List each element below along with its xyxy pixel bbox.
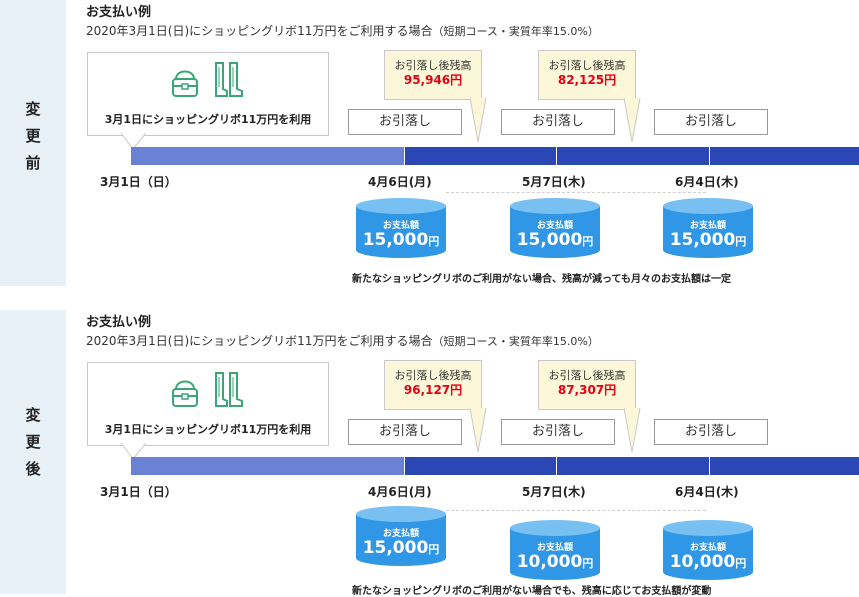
- payment-cylinder: お支払額 10,000円: [510, 520, 600, 582]
- bag-icon: [172, 70, 198, 97]
- guide-line: [446, 192, 706, 193]
- balance-box: お引落し後残高 96,127円: [384, 360, 482, 410]
- date-label: 4月6日(月): [368, 485, 432, 499]
- timeline-repayment-segment: [404, 147, 859, 165]
- date-label: 3月1日（日）: [100, 175, 177, 189]
- timeline-divider: [709, 147, 710, 165]
- side-label: 変 更 後: [25, 406, 41, 478]
- debit-box: お引落し: [501, 109, 615, 135]
- footnote: 新たなショッピングリボのご利用がない場合、残高が減っても月々のお支払額は一定: [352, 274, 731, 285]
- balance-box: お引落し後残高 82,125円: [538, 50, 636, 100]
- panel-title: お支払い例: [86, 315, 152, 330]
- footnote: 新たなショッピングリボのご利用がない場合でも、残高に応じてお支払額が変動: [352, 586, 712, 597]
- debit-box: お引落し: [348, 109, 462, 135]
- timeline-divider: [709, 457, 710, 475]
- timeline-divider: [404, 147, 405, 165]
- boots-icon: [215, 372, 243, 407]
- timeline-divider: [556, 457, 557, 475]
- guide-line: [446, 510, 706, 511]
- debit-box: お引落し: [654, 419, 768, 445]
- balance-pointer: [470, 408, 487, 453]
- date-label: 4月6日(月): [368, 175, 432, 189]
- balance-box: お引落し後残高 95,946円: [384, 50, 482, 100]
- usage-label: 3月1日にショッピングリボ11万円を利用: [104, 423, 312, 436]
- usage-callout: 3月1日にショッピングリボ11万円を利用: [87, 362, 329, 446]
- bag-icon: [172, 380, 198, 407]
- date-label: 5月7日(木): [522, 485, 586, 499]
- balance-pointer: [470, 98, 487, 143]
- panel-before: 変 更 前 お支払い例 2020年3月1日(日)にショッピングリボ11万円をご利…: [0, 0, 859, 286]
- panel-description: 2020年3月1日(日)にショッピングリボ11万円をご利用する場合（短期コース・…: [86, 24, 599, 38]
- debit-box: お引落し: [501, 419, 615, 445]
- date-label: 6月4日(木): [675, 485, 739, 499]
- timeline-repayment-segment: [404, 457, 859, 475]
- panel-title: お支払い例: [86, 5, 152, 20]
- timeline-divider: [404, 457, 405, 475]
- date-label: 6月4日(木): [675, 175, 739, 189]
- boots-icon: [215, 62, 243, 97]
- balance-pointer: [624, 98, 641, 143]
- timeline-divider: [556, 147, 557, 165]
- payment-cylinder: お支払額 15,000円: [663, 198, 753, 260]
- payment-cylinder: お支払額 15,000円: [356, 198, 446, 260]
- debit-box: お引落し: [654, 109, 768, 135]
- timeline-usage-segment: [131, 147, 404, 165]
- date-label: 3月1日（日）: [100, 485, 177, 499]
- usage-label: 3月1日にショッピングリボ11万円を利用: [104, 113, 312, 126]
- timeline-usage-segment: [131, 457, 404, 475]
- balance-pointer: [624, 408, 641, 453]
- payment-cylinder: お支払額 10,000円: [663, 520, 753, 582]
- debit-box: お引落し: [348, 419, 462, 445]
- payment-cylinder: お支払額 15,000円: [356, 506, 446, 568]
- date-label: 5月7日(木): [522, 175, 586, 189]
- side-label: 変 更 前: [25, 100, 41, 172]
- balance-box: お引落し後残高 87,307円: [538, 360, 636, 410]
- usage-callout: 3月1日にショッピングリボ11万円を利用: [87, 52, 329, 136]
- panel-after: 変 更 後 お支払い例 2020年3月1日(日)にショッピングリボ11万円をご利…: [0, 310, 859, 597]
- panel-description: 2020年3月1日(日)にショッピングリボ11万円をご利用する場合（短期コース・…: [86, 334, 599, 348]
- payment-cylinder: お支払額 15,000円: [510, 198, 600, 260]
